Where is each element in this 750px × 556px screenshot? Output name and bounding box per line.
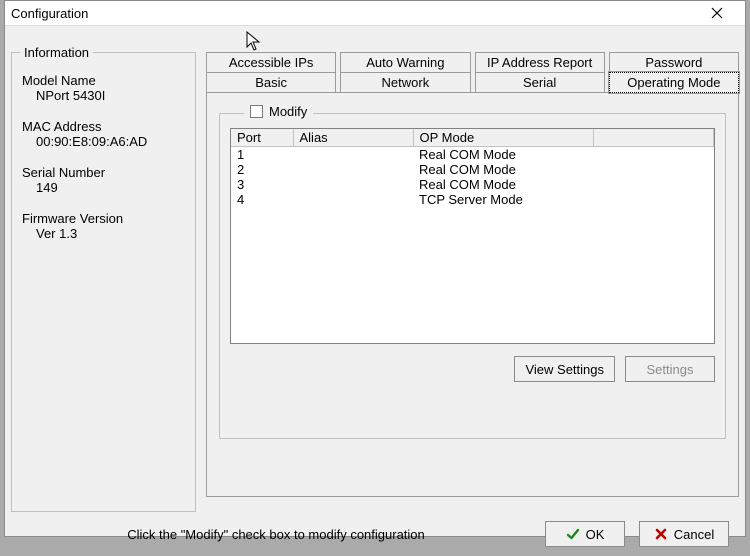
cell-opmode: TCP Server Mode (413, 192, 593, 207)
view-settings-button[interactable]: View Settings (514, 356, 615, 382)
cell-opmode: Real COM Mode (413, 162, 593, 177)
cell-port: 1 (231, 147, 293, 163)
tab-basic[interactable]: Basic (206, 72, 336, 93)
tab-operating-mode[interactable]: Operating Mode (609, 72, 739, 93)
cell-alias (293, 162, 413, 177)
config-window: Configuration Information Model Name NPo… (4, 0, 746, 537)
bottom-row: Click the "Modify" check box to modify c… (11, 512, 739, 556)
col-opmode[interactable]: OP Mode (413, 129, 593, 147)
cancel-button[interactable]: Cancel (639, 521, 729, 547)
cell-filler (593, 177, 714, 192)
firmware-version-label: Firmware Version (22, 211, 185, 226)
cell-opmode: Real COM Mode (413, 177, 593, 192)
cell-alias (293, 147, 413, 163)
cell-filler (593, 162, 714, 177)
modify-legend: Modify (244, 104, 313, 119)
tab-ip-address-report[interactable]: IP Address Report (475, 52, 605, 73)
ok-label: OK (586, 527, 605, 542)
col-alias[interactable]: Alias (293, 129, 413, 147)
cell-opmode: Real COM Mode (413, 147, 593, 163)
information-group: Information Model Name NPort 5430I MAC A… (11, 52, 196, 512)
modify-checkbox[interactable] (250, 105, 263, 118)
col-filler (593, 129, 714, 147)
tab-serial[interactable]: Serial (475, 72, 605, 93)
x-icon (654, 527, 668, 541)
settings-button[interactable]: Settings (625, 356, 715, 382)
tabs: Accessible IPs Auto Warning IP Address R… (206, 52, 739, 93)
tab-accessible-ips[interactable]: Accessible IPs (206, 52, 336, 73)
table-row[interactable]: 2 Real COM Mode (231, 162, 714, 177)
settings-label: Settings (647, 362, 694, 377)
col-port[interactable]: Port (231, 129, 293, 147)
table-row[interactable]: 4 TCP Server Mode (231, 192, 714, 207)
tab-auto-warning[interactable]: Auto Warning (340, 52, 470, 73)
cell-port: 3 (231, 177, 293, 192)
ports-table-shell: Port Alias OP Mode 1 Real COM Mode 2 Real C… (230, 128, 715, 344)
tabs-row-2: Basic Network Serial Operating Mode (206, 72, 739, 93)
serial-number-value: 149 (22, 180, 185, 195)
right-panel: Accessible IPs Auto Warning IP Address R… (206, 52, 739, 512)
client-area: Information Model Name NPort 5430I MAC A… (5, 26, 745, 556)
titlebar: Configuration (5, 1, 745, 26)
table-header-row: Port Alias OP Mode (231, 129, 714, 147)
model-name-value: NPort 5430I (22, 88, 185, 103)
tab-password[interactable]: Password (609, 52, 739, 73)
firmware-version-value: Ver 1.3 (22, 226, 185, 241)
main-row: Information Model Name NPort 5430I MAC A… (11, 30, 739, 512)
mac-address-label: MAC Address (22, 119, 185, 134)
modify-group: Modify Port Alias (219, 113, 726, 439)
tabs-row-1: Accessible IPs Auto Warning IP Address R… (206, 52, 739, 73)
ok-button[interactable]: OK (545, 521, 625, 547)
cell-filler (593, 192, 714, 207)
check-icon (566, 527, 580, 541)
cell-alias (293, 192, 413, 207)
view-settings-label: View Settings (525, 362, 604, 377)
cell-filler (593, 147, 714, 163)
window-title: Configuration (11, 6, 88, 21)
cell-port: 4 (231, 192, 293, 207)
ports-table[interactable]: Port Alias OP Mode 1 Real COM Mode 2 Real C… (231, 129, 714, 207)
model-name-label: Model Name (22, 73, 185, 88)
modify-buttons: View Settings Settings (230, 356, 715, 382)
cancel-label: Cancel (674, 527, 714, 542)
hint-text: Click the "Modify" check box to modify c… (21, 527, 531, 542)
close-button[interactable] (697, 1, 737, 25)
information-legend: Information (20, 45, 93, 60)
table-row[interactable]: 3 Real COM Mode (231, 177, 714, 192)
close-icon (711, 7, 723, 19)
mac-address-value: 00:90:E8:09:A6:AD (22, 134, 185, 149)
tab-network[interactable]: Network (340, 72, 470, 93)
modify-label: Modify (269, 104, 307, 119)
serial-number-label: Serial Number (22, 165, 185, 180)
cell-port: 2 (231, 162, 293, 177)
cell-alias (293, 177, 413, 192)
table-row[interactable]: 1 Real COM Mode (231, 147, 714, 163)
tab-body: Modify Port Alias (206, 92, 739, 497)
